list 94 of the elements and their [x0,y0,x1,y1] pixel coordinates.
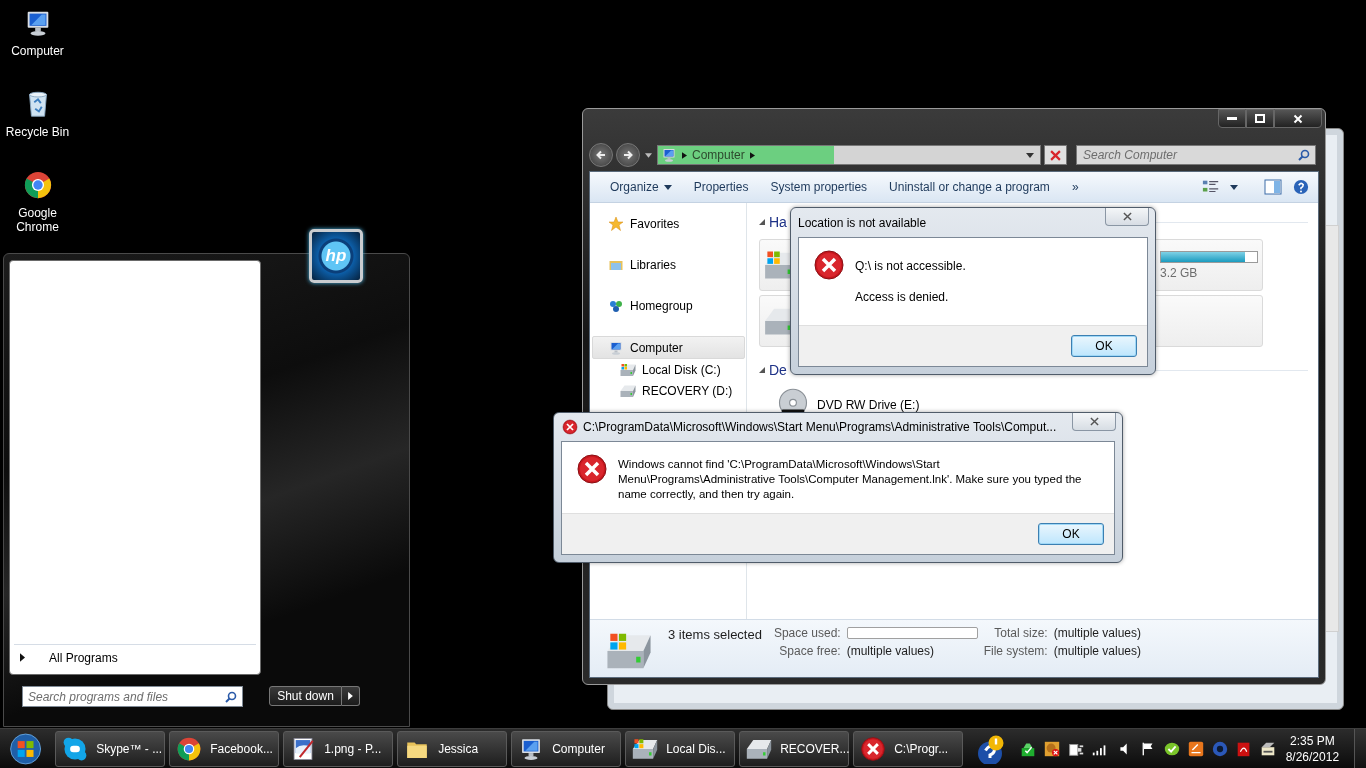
help-icon[interactable] [1292,179,1310,195]
breadcrumb-item[interactable]: Computer [692,148,745,162]
dialog-message: Windows cannot find 'C:\ProgramData\Microsoft\Windows\Start Menu\Programs\Administrative Tools\Computer Management.lnk'. Make sure you typed the name correctly, and then try again. [618,457,1083,502]
logo-tile: hp [309,229,363,283]
desktop-icon-label[interactable]: Google Chrome [0,206,75,234]
group-heading: Ha [769,214,787,230]
forward-arrow-icon [622,149,634,161]
collapse-arrow-icon[interactable] [759,219,765,225]
forward-button[interactable] [616,143,640,167]
edit-icon[interactable] [1187,739,1206,758]
taskbar-button[interactable]: Local Dis... [625,730,736,767]
star-icon [608,215,624,232]
navigation-item[interactable]: Libraries [590,254,746,275]
maximize-button[interactable] [1246,109,1274,128]
toolbar-button[interactable]: Uninstall or change a program [878,175,1061,199]
taskbar-button[interactable]: RECOVER... [739,730,850,767]
back-arrow-icon [595,149,607,161]
close-icon [1050,149,1061,161]
taskbar-button[interactable]: Skype™ - ... [55,730,166,767]
group-heading: De [769,362,787,378]
caret-icon [663,184,672,190]
detail-value: (multiple values) [846,644,936,658]
ok-button[interactable]: OK [1071,335,1137,357]
dialog-message: Q:\ is not accessible. [855,259,966,274]
toolbar-button[interactable]: » [1060,175,1090,199]
stop-button[interactable] [1044,145,1067,165]
toolbar-button[interactable]: System properties [759,175,879,199]
caret-icon[interactable] [645,152,652,158]
navigation-item[interactable]: Homegroup [590,295,746,316]
close-button[interactable] [1274,109,1322,128]
shut-down-options-button[interactable] [342,686,360,706]
minimize-button[interactable] [1218,109,1246,128]
taskbar-button[interactable]: C:\Progr... [853,730,964,767]
dropdown-caret-icon[interactable] [1026,152,1034,158]
error-icon [576,453,608,485]
dialog-title: C:\ProgramData\Microsoft\Windows\Start Menu\Programs\Administrative Tools\Comput... [583,420,1057,434]
breadcrumb-arrow-icon[interactable] [682,151,687,159]
navigation-item[interactable]: Local Disk (C:) [590,359,746,380]
error-icon [813,249,845,281]
ring-icon[interactable] [1211,739,1230,758]
chat-icon [62,735,89,762]
taskbar-button[interactable]: Jessica [397,730,508,767]
navigation-item[interactable]: Favorites [590,213,746,234]
breadcrumb-arrow-icon[interactable] [749,151,755,159]
taskbar-button[interactable]: Facebook... [169,730,280,767]
arrow-icon [20,653,25,662]
detail-label: Space free: [778,644,841,658]
maximize-icon [1255,114,1265,123]
search-field[interactable]: Search programs and files [22,686,243,707]
detail-value: (multiple values) [1053,626,1142,640]
minimize-icon [1227,117,1237,120]
navigation-item[interactable]: RECOVERY (D:) [590,380,746,401]
collapse-arrow-icon[interactable] [759,367,765,373]
computer-icon [661,147,677,163]
detail-label: File system: [983,644,1048,658]
disk-drive-icon [620,361,636,378]
question-warning-icon[interactable] [975,733,1006,764]
taskbar-button[interactable]: 1.png - P... [283,730,394,767]
navigation-item[interactable]: Computer [592,336,745,359]
drive-size: 3.2 GB [1160,265,1199,280]
detail-value: (multiple values) [1053,644,1142,658]
taskbar-button[interactable]: Computer [511,730,622,767]
search-field[interactable]: Search Computer [1076,145,1316,165]
close-icon [1122,212,1132,221]
back-button[interactable] [589,143,613,167]
shut-down-button[interactable]: Shut down [269,686,342,706]
detail-label: Total size: [993,626,1048,640]
address-bar[interactable]: Computer [657,145,1041,165]
browser-icon [176,735,203,762]
arrow-icon [348,692,353,700]
error-icon [860,735,887,762]
toolbar-button[interactable]: Organize [599,175,683,199]
globe-error-icon[interactable] [1043,739,1062,758]
desktop-icon-label[interactable]: Computer [0,44,75,58]
view-options-icon[interactable] [1202,179,1220,195]
selection-count: 3 items selected [668,627,762,642]
drive-label[interactable]: DVD RW Drive (E:) [817,398,920,412]
browser-icon[interactable] [22,170,53,200]
toolbar-button[interactable]: Properties [682,175,760,199]
image-file-icon [290,735,317,762]
show-desktop-button[interactable] [1353,728,1366,768]
ok-button[interactable]: OK [1038,523,1104,545]
caret-icon[interactable] [1230,184,1238,190]
close-icon [1293,113,1303,124]
computer-icon [608,339,624,356]
search-icon[interactable] [1298,149,1310,161]
dialog-message: Access is denied. [855,290,950,305]
detail-label: Space used: [773,626,841,640]
close-icon [1089,417,1099,426]
clock[interactable]: 2:35 PM 8/26/2012 [1277,732,1348,765]
search-icon[interactable] [225,691,237,703]
dialog-title: Location is not available [798,215,927,230]
all-programs-button[interactable]: All Programs [14,644,256,670]
desktop-icon-label[interactable]: Recycle Bin [0,125,75,139]
